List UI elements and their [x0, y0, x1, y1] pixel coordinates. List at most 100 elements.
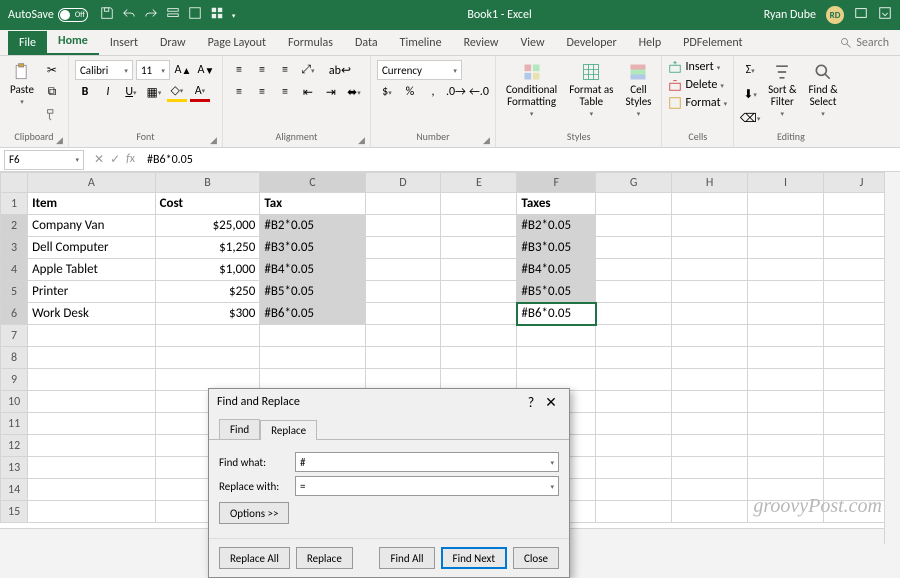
tab-view[interactable]: View — [509, 31, 555, 55]
save-icon[interactable] — [100, 6, 114, 24]
cell[interactable] — [596, 259, 672, 281]
tab-pdfelement[interactable]: PDFelement — [672, 31, 753, 55]
cell[interactable] — [155, 347, 260, 369]
bold-icon[interactable]: B — [75, 82, 95, 102]
cell[interactable] — [596, 479, 672, 501]
cell[interactable] — [672, 325, 748, 347]
cell[interactable] — [28, 457, 155, 479]
row-header[interactable]: 1 — [1, 193, 28, 215]
cell[interactable] — [672, 259, 748, 281]
cell[interactable]: Printer — [28, 281, 155, 303]
qat-icon[interactable] — [166, 6, 180, 24]
cell[interactable] — [596, 281, 672, 303]
cell[interactable]: Company Van — [28, 215, 155, 237]
user-avatar[interactable]: RD — [826, 6, 844, 24]
cell[interactable] — [365, 303, 441, 325]
align-bottom-icon[interactable]: ≡ — [275, 60, 295, 80]
row-header[interactable]: 11 — [1, 413, 28, 435]
close-icon[interactable]: ✕ — [541, 394, 561, 411]
column-header[interactable]: G — [596, 173, 672, 193]
cell[interactable] — [596, 215, 672, 237]
align-right-icon[interactable]: ≡ — [275, 82, 295, 102]
cell[interactable] — [596, 501, 672, 523]
cell[interactable] — [28, 501, 155, 523]
cell[interactable] — [672, 501, 748, 523]
insert-cells-button[interactable]: Insert▾ — [668, 60, 727, 74]
replace-with-input[interactable]: =▾ — [295, 476, 559, 496]
cell[interactable] — [672, 281, 748, 303]
merge-center-icon[interactable]: ⬌▾ — [344, 82, 364, 102]
cell[interactable] — [748, 303, 824, 325]
delete-cells-button[interactable]: Delete▾ — [668, 78, 727, 92]
find-next-button[interactable]: Find Next — [441, 547, 508, 569]
cell[interactable] — [748, 413, 824, 435]
cell[interactable]: #B4*0.05 — [260, 259, 365, 281]
cell[interactable] — [28, 435, 155, 457]
cell[interactable] — [28, 369, 155, 391]
cell[interactable]: #B6*0.05 — [260, 303, 365, 325]
sort-filter-button[interactable]: Sort & Filter▾ — [764, 60, 800, 120]
align-middle-icon[interactable]: ≡ — [252, 60, 272, 80]
decrease-font-icon[interactable]: A▼ — [196, 60, 216, 80]
conditional-formatting-button[interactable]: Conditional Formatting▾ — [502, 60, 561, 120]
underline-icon[interactable]: U▾ — [121, 82, 141, 102]
copy-icon[interactable]: ⧉ — [42, 82, 62, 102]
cell[interactable] — [596, 369, 672, 391]
cell[interactable]: Item — [28, 193, 155, 215]
cell[interactable] — [672, 347, 748, 369]
wrap-text-icon[interactable]: ab↩ — [330, 60, 350, 80]
column-header[interactable]: I — [748, 173, 824, 193]
increase-font-icon[interactable]: A▲ — [173, 60, 193, 80]
row-header[interactable]: 8 — [1, 347, 28, 369]
format-cells-button[interactable]: Format▾ — [668, 96, 727, 110]
cell[interactable] — [441, 325, 517, 347]
cell[interactable] — [28, 347, 155, 369]
cell[interactable] — [672, 413, 748, 435]
cell[interactable]: $300 — [155, 303, 260, 325]
vertical-scrollbar[interactable] — [884, 172, 900, 544]
ribbon-options-icon[interactable] — [878, 6, 892, 24]
format-painter-icon[interactable] — [42, 104, 62, 124]
row-header[interactable]: 14 — [1, 479, 28, 501]
italic-icon[interactable]: I — [98, 82, 118, 102]
cell[interactable]: $25,000 — [155, 215, 260, 237]
find-select-button[interactable]: Find & Select▾ — [804, 60, 841, 120]
cell[interactable] — [596, 193, 672, 215]
cell[interactable] — [748, 281, 824, 303]
cut-icon[interactable]: ✂ — [42, 60, 62, 80]
fill-color-icon[interactable]: ◇▾ — [167, 82, 187, 102]
close-button[interactable]: Close — [513, 547, 559, 569]
paste-button[interactable]: Paste▾ — [6, 60, 38, 108]
cell[interactable] — [596, 457, 672, 479]
cell[interactable] — [596, 391, 672, 413]
cell[interactable]: #B2*0.05 — [517, 215, 596, 237]
tab-replace[interactable]: Replace — [260, 420, 317, 440]
autosave-toggle[interactable]: AutoSave Off — [8, 8, 88, 22]
cell[interactable] — [441, 347, 517, 369]
dialog-launcher-icon[interactable]: ◢ — [56, 135, 66, 145]
cell[interactable]: Cost — [155, 193, 260, 215]
cell[interactable] — [441, 259, 517, 281]
cell[interactable]: #B5*0.05 — [517, 281, 596, 303]
tab-data[interactable]: Data — [344, 31, 389, 55]
cell[interactable] — [748, 391, 824, 413]
formula-bar[interactable]: #B6*0.05 — [141, 153, 900, 167]
cell[interactable] — [365, 193, 441, 215]
row-header[interactable]: 12 — [1, 435, 28, 457]
cancel-formula-icon[interactable]: ✕ — [94, 152, 104, 167]
fx-icon[interactable]: fx — [126, 152, 135, 167]
align-left-icon[interactable]: ≡ — [229, 82, 249, 102]
row-header[interactable]: 5 — [1, 281, 28, 303]
row-header[interactable]: 4 — [1, 259, 28, 281]
font-name-dropdown[interactable]: Calibri▾ — [75, 60, 133, 80]
cell[interactable]: Taxes — [517, 193, 596, 215]
column-header[interactable]: B — [155, 173, 260, 193]
cell[interactable] — [596, 347, 672, 369]
replace-all-button[interactable]: Replace All — [219, 547, 290, 569]
cell[interactable] — [748, 457, 824, 479]
find-all-button[interactable]: Find All — [379, 547, 434, 569]
row-header[interactable]: 6 — [1, 303, 28, 325]
cell[interactable] — [365, 347, 441, 369]
cell[interactable]: Apple Tablet — [28, 259, 155, 281]
align-center-icon[interactable]: ≡ — [252, 82, 272, 102]
